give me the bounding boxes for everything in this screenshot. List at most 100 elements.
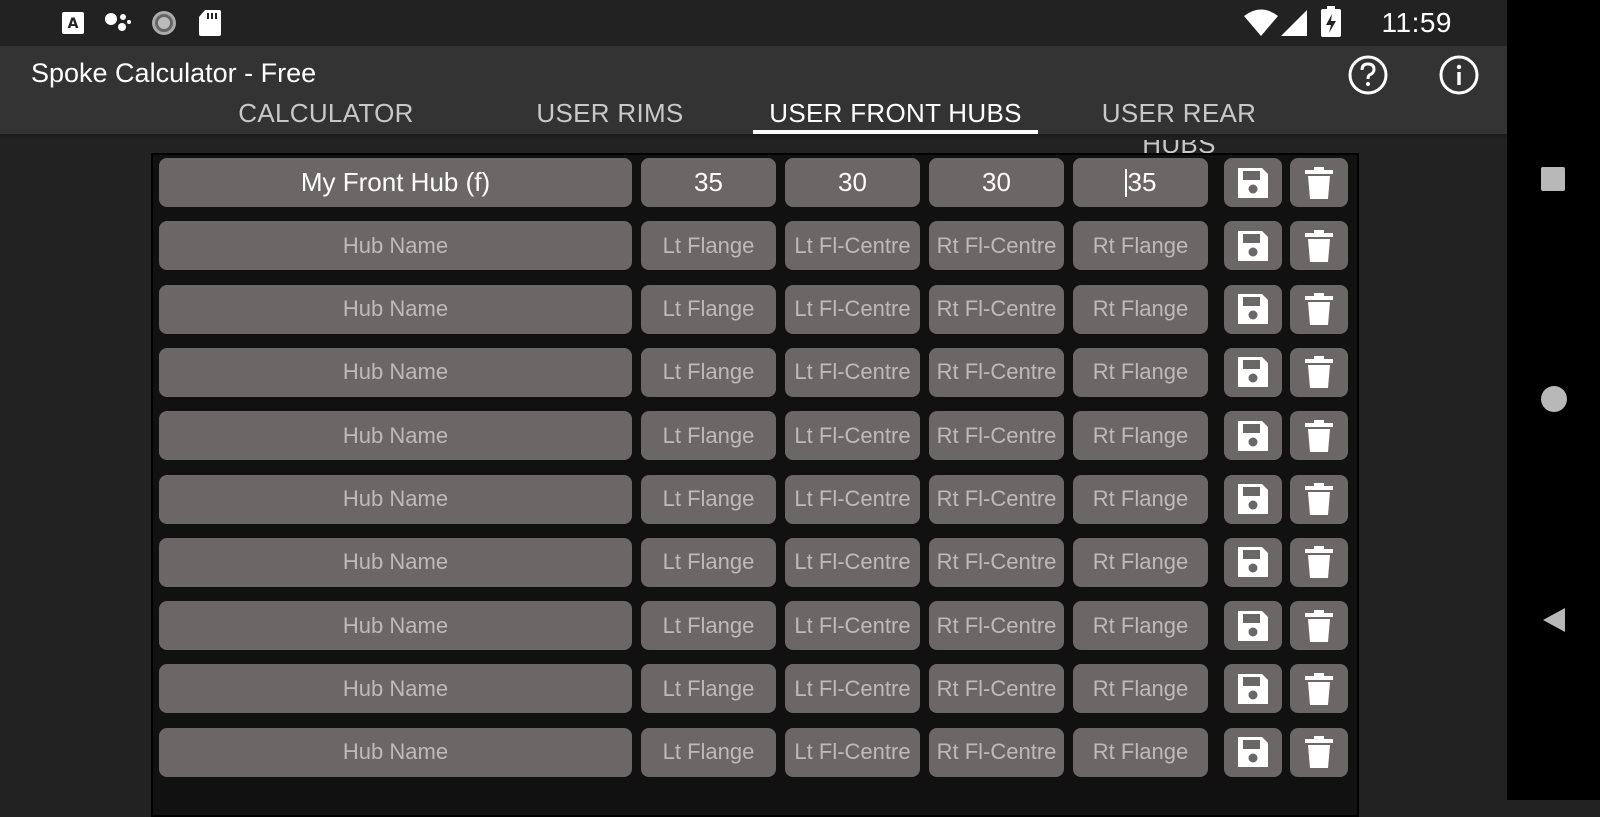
rt-fl-centre-field[interactable]: Rt Fl-Centre bbox=[929, 601, 1064, 651]
delete-button[interactable] bbox=[1290, 284, 1348, 334]
rt-flange-field[interactable]: Rt Flange bbox=[1073, 411, 1208, 461]
lt-flange-field[interactable]: 35 bbox=[641, 158, 776, 207]
hub-name-field[interactable]: Hub Name bbox=[159, 727, 632, 777]
lt-fl-centre-field[interactable]: Lt Fl-Centre bbox=[785, 411, 920, 461]
tab-user-front-hubs[interactable]: USER FRONT HUBS bbox=[753, 98, 1038, 134]
lt-fl-centre-field[interactable]: Lt Fl-Centre bbox=[785, 601, 920, 651]
rt-fl-centre-field[interactable]: Rt Fl-Centre bbox=[929, 221, 1064, 271]
trash-icon bbox=[1305, 356, 1333, 389]
rt-flange-field[interactable]: Rt Flange bbox=[1073, 474, 1208, 524]
save-icon bbox=[1238, 420, 1268, 451]
tab-calculator[interactable]: CALCULATOR bbox=[226, 98, 426, 134]
help-circle-icon[interactable] bbox=[1347, 54, 1389, 96]
rt-flange-field[interactable]: Rt Flange bbox=[1073, 601, 1208, 651]
hub-name-field[interactable]: Hub Name bbox=[159, 221, 632, 271]
rt-fl-centre-field[interactable]: Rt Fl-Centre bbox=[929, 537, 1064, 587]
trash-icon bbox=[1305, 672, 1333, 705]
app-window: A 11:59 Spoke Calculator - Free CALCULAT… bbox=[0, 0, 1507, 817]
lt-flange-field[interactable]: Lt Flange bbox=[641, 347, 776, 397]
delete-button[interactable] bbox=[1290, 347, 1348, 397]
lt-flange-field[interactable]: Lt Flange bbox=[641, 221, 776, 271]
save-icon bbox=[1238, 357, 1268, 388]
hub-name-field[interactable]: Hub Name bbox=[159, 664, 632, 714]
lt-flange-field[interactable]: Lt Flange bbox=[641, 601, 776, 651]
lt-flange-field[interactable]: Lt Flange bbox=[641, 664, 776, 714]
lt-fl-centre-field[interactable]: Lt Fl-Centre bbox=[785, 284, 920, 334]
trash-icon bbox=[1305, 546, 1333, 579]
rt-fl-centre-field[interactable]: Rt Fl-Centre bbox=[929, 347, 1064, 397]
recents-icon[interactable] bbox=[1540, 166, 1566, 192]
save-button[interactable] bbox=[1224, 727, 1282, 777]
rt-fl-centre-field[interactable]: Rt Fl-Centre bbox=[929, 727, 1064, 777]
rt-flange-field[interactable]: Rt Flange bbox=[1073, 537, 1208, 587]
lt-fl-centre-field[interactable]: Lt Fl-Centre bbox=[785, 221, 920, 271]
delete-button[interactable] bbox=[1290, 411, 1348, 461]
delete-button[interactable] bbox=[1290, 474, 1348, 524]
tab-user-rims[interactable]: USER RIMS bbox=[520, 98, 700, 134]
save-button[interactable] bbox=[1224, 347, 1282, 397]
save-button[interactable] bbox=[1224, 158, 1282, 207]
rt-flange-field[interactable]: Rt Flange bbox=[1073, 284, 1208, 334]
back-icon[interactable] bbox=[1540, 606, 1568, 634]
trash-icon bbox=[1305, 609, 1333, 642]
lt-fl-centre-field[interactable]: Lt Fl-Centre bbox=[785, 347, 920, 397]
wifi-icon bbox=[1244, 9, 1278, 36]
rt-flange-field[interactable]: 35 bbox=[1073, 158, 1208, 207]
rt-fl-centre-field[interactable]: 30 bbox=[929, 158, 1064, 207]
rt-fl-centre-field[interactable]: Rt Fl-Centre bbox=[929, 474, 1064, 524]
delete-button[interactable] bbox=[1290, 221, 1348, 271]
home-icon[interactable] bbox=[1540, 385, 1568, 413]
trash-icon bbox=[1305, 293, 1333, 326]
rt-flange-field[interactable]: Rt Flange bbox=[1073, 664, 1208, 714]
lt-fl-centre-field[interactable]: Lt Fl-Centre bbox=[785, 537, 920, 587]
rt-fl-centre-field[interactable]: Rt Fl-Centre bbox=[929, 411, 1064, 461]
table-row: Hub Name Lt Flange Lt Fl-Centre Rt Fl-Centr… bbox=[153, 537, 1357, 588]
rt-flange-field[interactable]: Rt Flange bbox=[1073, 347, 1208, 397]
delete-button[interactable] bbox=[1290, 601, 1348, 651]
save-button[interactable] bbox=[1224, 537, 1282, 587]
rt-flange-field[interactable]: Rt Flange bbox=[1073, 221, 1208, 271]
lt-fl-centre-field[interactable]: Lt Fl-Centre bbox=[785, 664, 920, 714]
hub-name-field[interactable]: Hub Name bbox=[159, 347, 632, 397]
lt-fl-centre-field[interactable]: Lt Fl-Centre bbox=[785, 474, 920, 524]
field-value: 35 bbox=[1127, 167, 1157, 197]
tab-user-rear-hubs[interactable]: USER REAR HUBS bbox=[1064, 98, 1294, 159]
save-button[interactable] bbox=[1224, 411, 1282, 461]
save-button[interactable] bbox=[1224, 221, 1282, 271]
save-icon bbox=[1238, 294, 1268, 325]
delete-button[interactable] bbox=[1290, 664, 1348, 714]
save-button[interactable] bbox=[1224, 664, 1282, 714]
lt-flange-field[interactable]: Lt Flange bbox=[641, 727, 776, 777]
table-row: Hub Name Lt Flange Lt Fl-Centre Rt Fl-Centr… bbox=[153, 411, 1357, 461]
rt-fl-centre-field[interactable]: Rt Fl-Centre bbox=[929, 284, 1064, 334]
lt-flange-field[interactable]: Lt Flange bbox=[641, 284, 776, 334]
hub-name-field[interactable]: Hub Name bbox=[159, 537, 632, 587]
hub-name-field[interactable]: Hub Name bbox=[159, 601, 632, 651]
table-row: My Front Hub (f) 35 30 30 35 bbox=[153, 158, 1357, 208]
lt-flange-field[interactable]: Lt Flange bbox=[641, 474, 776, 524]
hub-name-field[interactable]: My Front Hub (f) bbox=[159, 158, 632, 207]
delete-button[interactable] bbox=[1290, 537, 1348, 587]
save-button[interactable] bbox=[1224, 474, 1282, 524]
table-row: Hub Name Lt Flange Lt Fl-Centre Rt Fl-Centr… bbox=[153, 284, 1357, 335]
rt-flange-field[interactable]: Rt Flange bbox=[1073, 727, 1208, 777]
trash-icon bbox=[1305, 483, 1333, 515]
hub-name-field[interactable]: Hub Name bbox=[159, 474, 632, 524]
info-circle-icon[interactable] bbox=[1438, 54, 1480, 96]
hub-name-field[interactable]: Hub Name bbox=[159, 411, 632, 461]
hub-name-field[interactable]: Hub Name bbox=[159, 284, 632, 334]
delete-button[interactable] bbox=[1290, 727, 1348, 777]
lt-fl-centre-field[interactable]: Lt Fl-Centre bbox=[785, 727, 920, 777]
lt-flange-field[interactable]: Lt Flange bbox=[641, 537, 776, 587]
save-button[interactable] bbox=[1224, 284, 1282, 334]
lt-fl-centre-field[interactable]: 30 bbox=[785, 158, 920, 207]
save-button[interactable] bbox=[1224, 601, 1282, 651]
cellular-signal-icon bbox=[1281, 10, 1307, 36]
status-bar: A 11:59 bbox=[0, 0, 1507, 46]
rt-fl-centre-field[interactable]: Rt Fl-Centre bbox=[929, 664, 1064, 714]
tab-label: USER FRONT HUBS bbox=[769, 98, 1022, 128]
delete-button[interactable] bbox=[1290, 158, 1348, 207]
sd-card-icon bbox=[199, 10, 221, 36]
lt-flange-field[interactable]: Lt Flange bbox=[641, 411, 776, 461]
app-bar: Spoke Calculator - Free CALCULATOR USER … bbox=[0, 46, 1507, 159]
